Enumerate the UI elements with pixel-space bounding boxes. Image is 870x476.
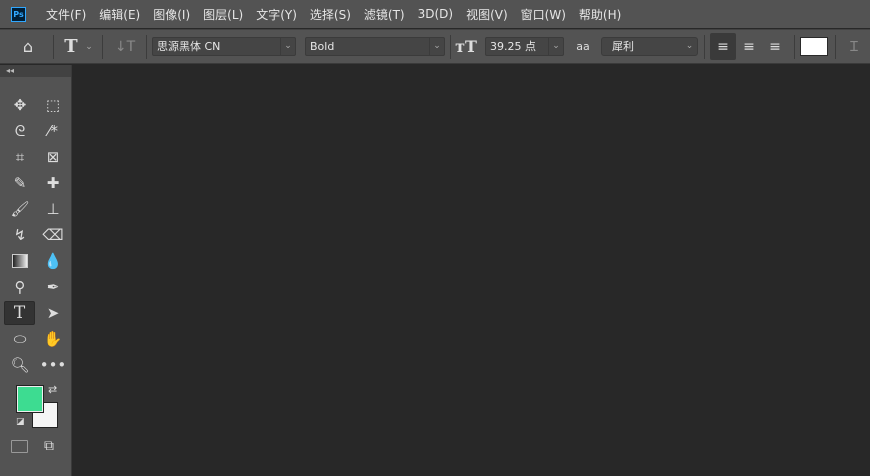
brush-tool-icon[interactable]: 🖌 <box>6 197 34 221</box>
chevron-down-icon: ⌄ <box>429 38 444 55</box>
menu-file[interactable]: 文件(F) <box>46 6 86 23</box>
menu-layer[interactable]: 图层(L) <box>203 6 243 23</box>
menu-bar: Ps 文件(F) 编辑(E) 图像(I) 图层(L) 文字(Y) 选择(S) 滤… <box>0 0 870 28</box>
antialias-value: 犀利 <box>612 40 634 53</box>
default-colors-icon[interactable]: ◪ <box>16 417 25 427</box>
ellipse-tool-icon[interactable]: ⬭ <box>6 327 34 351</box>
font-family-value: 思源黑体 CN <box>157 40 221 53</box>
dodge-tool-icon[interactable]: ⚲ <box>6 275 34 299</box>
chevron-down-icon: ⌄ <box>548 38 563 55</box>
more-tools-icon[interactable]: ••• <box>39 353 67 377</box>
magic-wand-tool-icon[interactable]: ⁄* <box>39 119 67 143</box>
menu-type[interactable]: 文字(Y) <box>256 6 297 23</box>
divider <box>102 35 103 59</box>
font-style-select[interactable]: Bold ⌄ <box>305 37 445 56</box>
antialias-select[interactable]: 犀利 ⌄ <box>601 37 698 56</box>
chevron-down-icon[interactable]: ⌄ <box>84 30 94 63</box>
font-size-input[interactable]: 39.25 点 ⌄ <box>485 37 564 56</box>
lasso-tool-icon[interactable]: ᘓ <box>6 119 34 143</box>
zoom-tool-icon[interactable]: 🔍︎ <box>6 353 34 377</box>
path-selection-tool-icon[interactable]: ➤ <box>39 301 67 325</box>
home-icon[interactable]: ⌂ <box>16 30 40 63</box>
photoshop-logo: Ps <box>11 6 26 22</box>
move-tool-icon[interactable]: ✥ <box>6 93 34 117</box>
gradient-tool-icon[interactable] <box>6 249 34 273</box>
history-brush-tool-icon[interactable]: ↯ <box>6 223 34 247</box>
divider <box>794 35 795 59</box>
warp-text-icon[interactable]: Ɪ <box>845 30 863 63</box>
menu-3d[interactable]: 3D(D) <box>418 7 453 21</box>
eraser-tool-icon[interactable]: ⌫ <box>39 223 67 247</box>
options-bar: ⌂ T ⌄ ↓T 思源黑体 CN ⌄ Bold ⌄ ᴛT 39.25 点 ⌄ aa 犀… <box>0 29 870 64</box>
align-center-button[interactable]: ≡ <box>738 30 760 63</box>
chevron-down-icon: ⌄ <box>685 41 694 51</box>
font-size-value: 39.25 点 <box>490 40 536 53</box>
divider <box>146 35 147 59</box>
menu-edit[interactable]: 编辑(E) <box>99 6 140 23</box>
menu-window[interactable]: 窗口(W) <box>521 6 566 23</box>
type-tool-icon[interactable]: T <box>4 301 35 325</box>
hand-tool-icon[interactable]: ✋ <box>39 327 67 351</box>
menu-filter[interactable]: 滤镜(T) <box>364 6 405 23</box>
clone-stamp-tool-icon[interactable]: ⊥ <box>39 197 67 221</box>
menu-help[interactable]: 帮助(H) <box>579 6 621 23</box>
menu-image[interactable]: 图像(I) <box>153 6 190 23</box>
antialias-icon: aa <box>576 40 590 53</box>
swap-colors-icon[interactable]: ⇄ <box>48 383 57 396</box>
quick-mask-icon[interactable] <box>11 440 28 453</box>
divider <box>53 35 54 59</box>
healing-brush-tool-icon[interactable]: ✚ <box>39 171 67 195</box>
font-size-icon: ᴛT <box>455 37 477 56</box>
marquee-tool-icon[interactable]: ⬚ <box>39 93 67 117</box>
divider <box>704 35 705 59</box>
chevron-down-icon: ⌄ <box>280 38 295 55</box>
align-left-button[interactable]: ≡ <box>710 33 736 60</box>
menu-select[interactable]: 选择(S) <box>310 6 351 23</box>
foreground-color-swatch[interactable] <box>16 385 44 413</box>
divider <box>835 35 836 59</box>
pen-tool-icon[interactable]: ✒ <box>39 275 67 299</box>
blur-tool-icon[interactable]: 💧 <box>39 249 67 273</box>
align-right-button[interactable]: ≡ <box>764 30 786 63</box>
screen-mode-icon[interactable]: ⧉ <box>44 438 54 454</box>
menu-view[interactable]: 视图(V) <box>466 6 508 23</box>
crop-tool-icon[interactable]: ⌗ <box>6 145 34 169</box>
tools-panel: ◂◂ ✥ ⬚ ᘓ ⁄* ⌗ ⊠ ✎ ✚ 🖌 ⊥ ↯ ⌫ 💧 ⚲ ✒ T ➤ ⬭ … <box>0 65 72 476</box>
type-tool-preset-icon[interactable]: T <box>62 30 80 63</box>
font-family-select[interactable]: 思源黑体 CN ⌄ <box>152 37 296 56</box>
text-color-swatch[interactable] <box>800 37 828 56</box>
toggle-text-orientation-icon[interactable]: ↓T <box>115 30 135 63</box>
collapse-panel-icon[interactable]: ◂◂ <box>0 65 71 77</box>
frame-tool-icon[interactable]: ⊠ <box>39 145 67 169</box>
document-canvas-area <box>73 65 870 476</box>
eyedropper-tool-icon[interactable]: ✎ <box>6 171 34 195</box>
font-style-value: Bold <box>310 40 335 53</box>
divider <box>450 35 451 59</box>
